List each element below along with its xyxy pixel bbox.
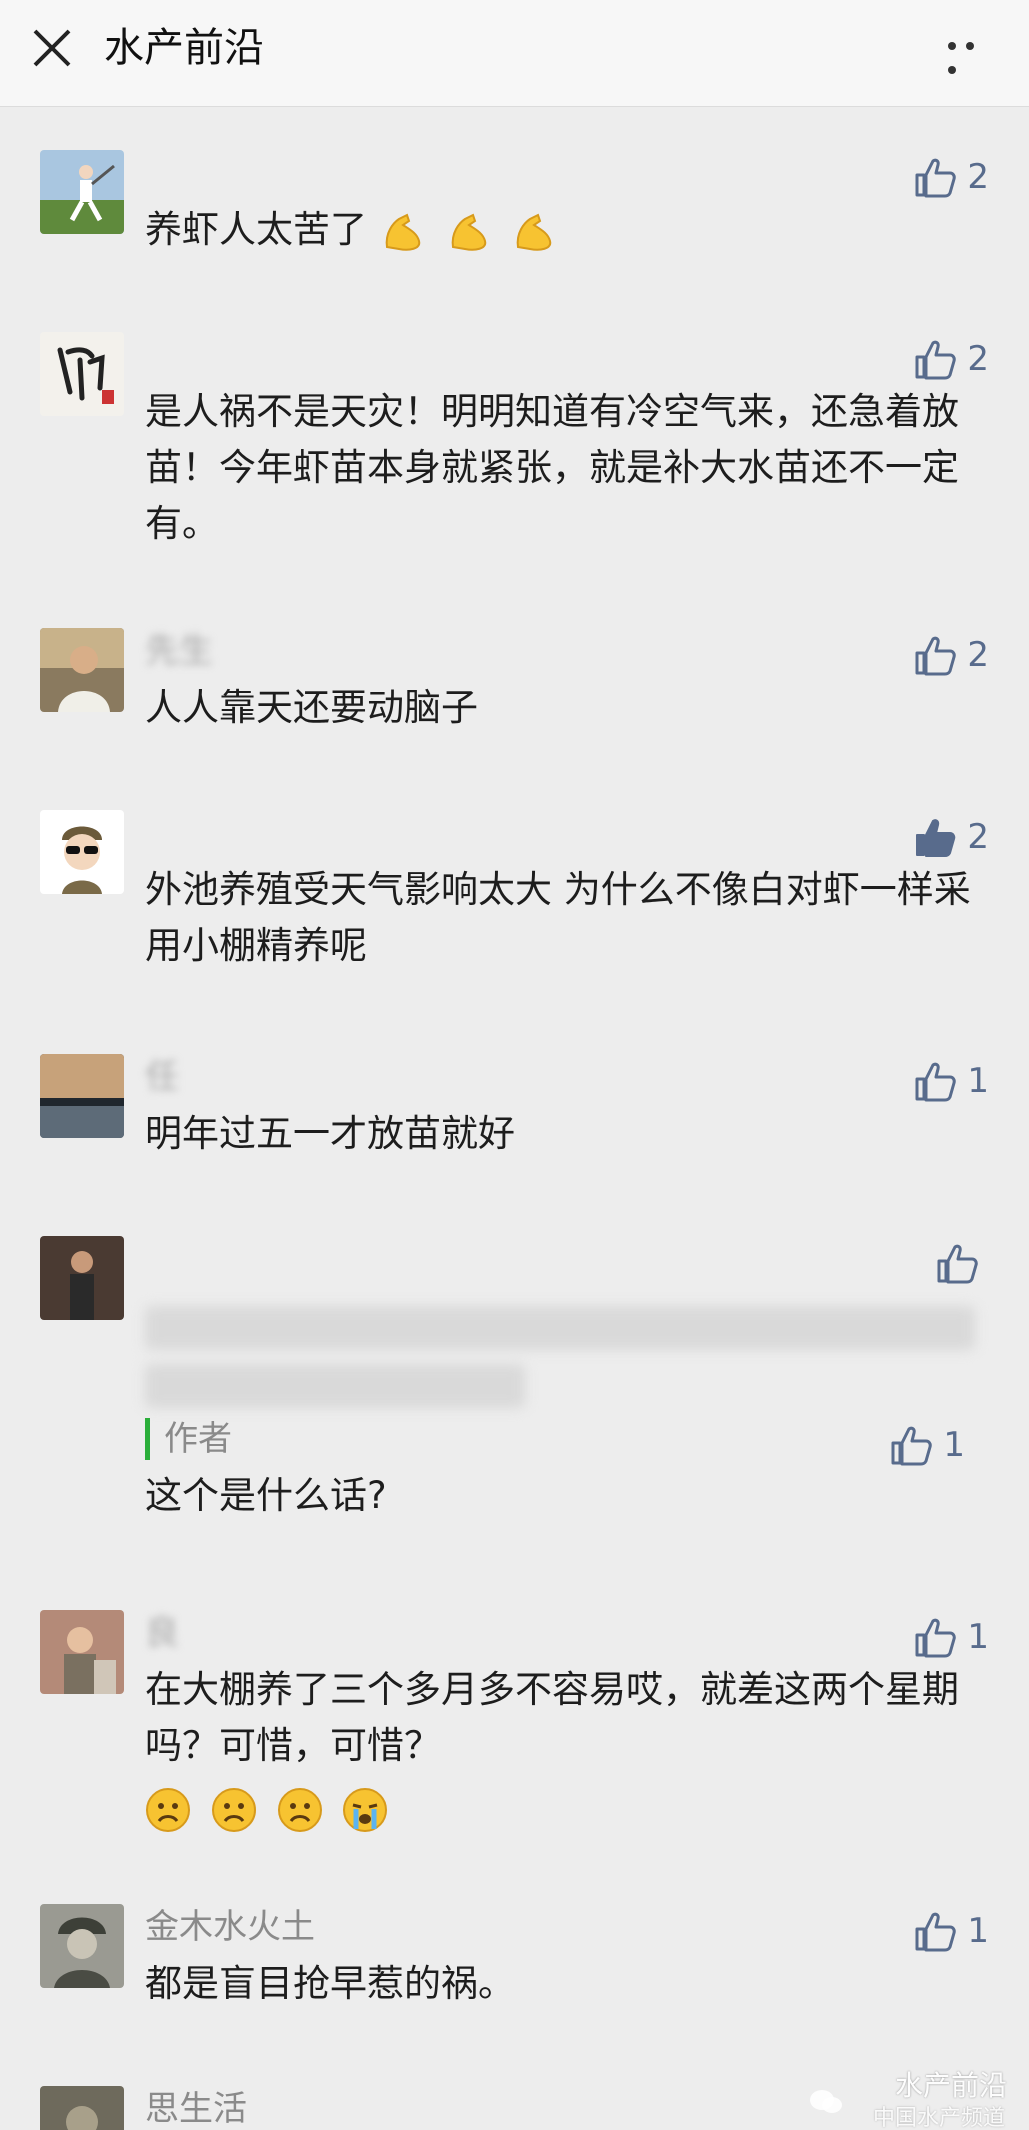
like-count: 2	[967, 157, 989, 197]
top-bar: 水产前沿	[0, 0, 1029, 107]
thumb-up-icon	[915, 340, 957, 380]
frowning-face-emoji	[277, 1787, 322, 1832]
avatar[interactable]	[40, 150, 124, 234]
crying-face-emoji	[343, 1787, 388, 1832]
reply-author-label: 作者	[145, 1418, 232, 1460]
flexed-biceps-emoji	[516, 213, 552, 251]
like-count: 1	[967, 1617, 989, 1657]
thumb-up-icon	[915, 1062, 957, 1102]
comment-text-blurred	[145, 1296, 975, 1408]
avatar[interactable]	[40, 332, 124, 416]
comment-nickname: 思生活	[145, 2089, 247, 2129]
reply-like-button[interactable]: 1	[889, 1422, 965, 1468]
avatar[interactable]	[40, 628, 124, 712]
like-button[interactable]	[935, 1240, 989, 1286]
flexed-biceps-emoji	[451, 213, 486, 251]
comment-text: 养虾人太苦了	[145, 202, 975, 258]
comment-nickname: 金木水火土	[145, 1907, 315, 1947]
thumb-up-icon	[891, 1426, 933, 1466]
page-title: 水产前沿	[104, 25, 264, 71]
avatar[interactable]	[40, 2086, 124, 2130]
avatar[interactable]	[40, 1236, 124, 1320]
like-count: 2	[967, 817, 989, 857]
thumb-up-filled-icon	[916, 819, 956, 857]
comment-nickname: 先生	[145, 631, 213, 671]
reply-text: 这个是什么话?	[145, 1474, 387, 1517]
like-count: 1	[967, 1061, 989, 1101]
frowning-face-emoji	[146, 1787, 190, 1832]
comment-text: 外池养殖受天气影响太大 为什么不像白对虾一样采用小棚精养呢	[145, 868, 971, 967]
close-icon[interactable]	[30, 26, 74, 70]
like-button[interactable]: 2	[913, 154, 989, 200]
like-button[interactable]: 2	[913, 336, 989, 382]
thumb-up-icon	[937, 1244, 978, 1284]
comment-text: 是人祸不是天灾！明明知道有冷空气来，还急着放苗！今年虾苗本身就紧张，就是补大水苗…	[145, 390, 959, 545]
like-count: 2	[967, 339, 989, 379]
thumb-up-icon	[915, 158, 957, 198]
avatar[interactable]	[40, 1610, 124, 1694]
watermark-sub: 中国水产频道	[872, 2106, 1005, 2130]
like-button[interactable]: 1	[913, 1058, 989, 1104]
comment-text: 人人靠天还要动脑子	[145, 686, 478, 729]
like-count: 2	[967, 635, 989, 675]
like-button[interactable]: 1	[913, 1614, 989, 1660]
like-count: 1	[967, 1911, 989, 1951]
comment-nickname: 任	[145, 1057, 179, 1097]
like-button[interactable]: 1	[913, 1908, 989, 1954]
like-button[interactable]: 2	[913, 632, 989, 678]
more-icon[interactable]	[943, 36, 995, 74]
wechat-icon	[810, 2090, 842, 2113]
thumb-up-icon	[915, 1912, 957, 1952]
frowning-face-emoji	[211, 1787, 256, 1832]
avatar[interactable]	[40, 810, 124, 894]
avatar[interactable]	[40, 1904, 124, 1988]
comment-text: 在大棚养了三个多月多不容易哎，就差这两个星期吗？可惜，可惜？	[145, 1662, 975, 1836]
flexed-biceps-emoji	[385, 213, 420, 251]
watermark: 水产前沿	[894, 2069, 1007, 2102]
comment-text: 明年过五一才放苗就好	[145, 1112, 515, 1155]
comment-nickname: 良	[145, 1613, 179, 1653]
like-count: 1	[943, 1425, 965, 1465]
comment-list: 养虾人太苦了 2 是人祸不是天灾！明明知道有冷空气来，还急着放苗！今年虾苗本身就…	[0, 108, 1029, 2130]
thumb-up-icon	[915, 1618, 957, 1658]
avatar[interactable]	[40, 1054, 124, 1138]
like-button[interactable]: 2	[913, 814, 989, 860]
comment-text: 都是盲目抢早惹的祸。	[145, 1962, 515, 2005]
thumb-up-icon	[915, 636, 957, 676]
